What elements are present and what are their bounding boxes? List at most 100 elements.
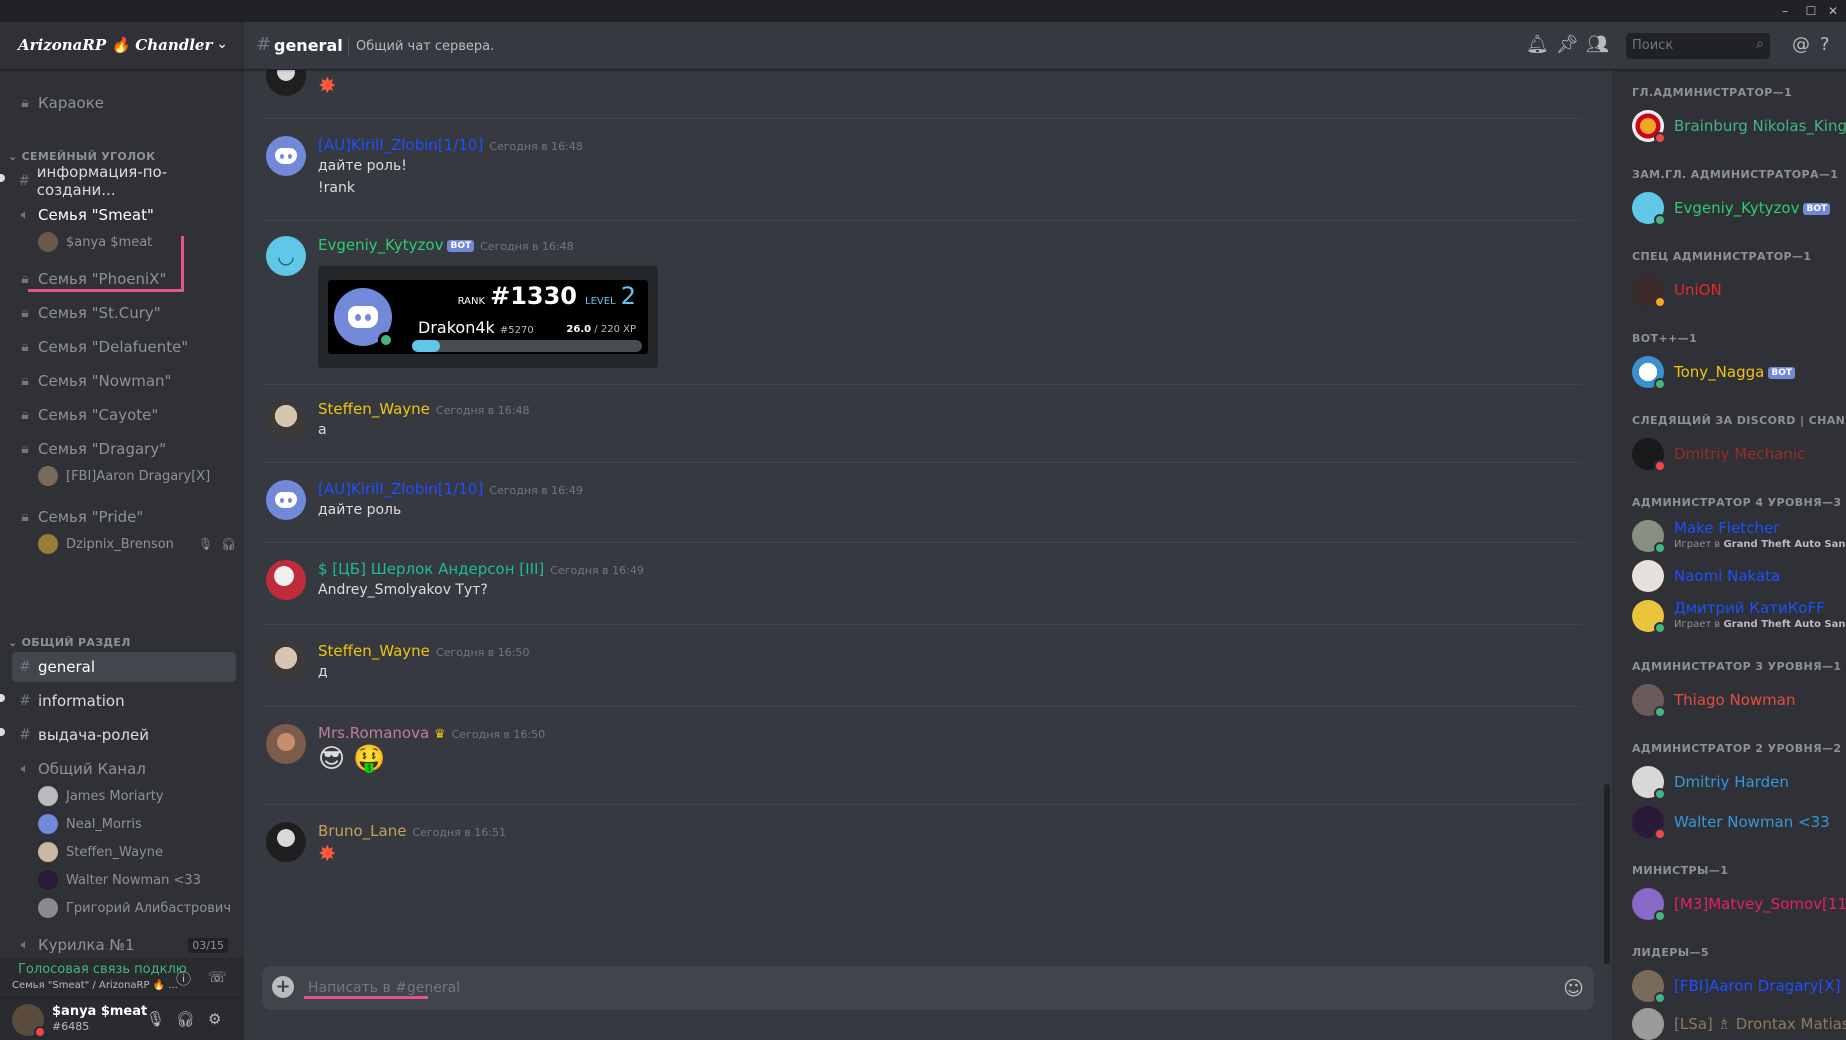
channel-info-creation[interactable]: # информация-по-создани... [12,163,236,199]
gear-icon[interactable]: ⚙︎ [208,1010,221,1028]
avatar[interactable] [266,400,306,440]
online-status-icon [1654,706,1666,718]
avatar[interactable] [266,642,306,682]
message: ✸ [262,70,1582,116]
role-header: ЗАМ.ГЛ. АДМИНИСТРАТОРА—1 [1632,168,1839,181]
channel-karaoke[interactable]: 🔒︎ Караоке [12,88,236,118]
voice-channel-smoking[interactable]: 🔈︎ Курилка №1 03/15 [12,930,236,958]
chevron-down-icon[interactable]: ⌄ [216,36,228,52]
microphone-icon[interactable]: 🎙︎ [146,1010,165,1028]
avatar [1632,1008,1664,1040]
member-item[interactable]: Tony_Nagga BOT [1632,354,1842,390]
message-text: а [318,422,327,438]
voice-user[interactable]: Григорий Алибастрович [38,896,231,920]
voice-channel-stcury[interactable]: 🔒︎ Семья "St.Cury" [12,298,236,328]
member-item[interactable]: [M3]Matvey_Somov[11] [1632,886,1846,922]
divider [348,36,349,56]
avatar[interactable] [266,560,306,600]
member-item[interactable]: Brainburg Nikolas_King [1632,108,1846,144]
discord-logo-icon [348,306,378,328]
server-header[interactable]: ArizonaRP 🔥 Chandler ⌄ [0,22,244,70]
members-icon[interactable]: 👥︎ [1586,34,1609,55]
voice-channel-phoenix[interactable]: 🔒︎ Семья "PhoeniX" [12,264,236,294]
message-author[interactable]: Steffen_Wayne Сегодня в 16:48 [318,400,529,418]
message: Steffen_Wayne Сегодня в 16:50 д [262,642,1582,692]
member-item[interactable]: Дмитрий КатиКоFF Играет в Grand Theft Au… [1632,598,1846,634]
member-item[interactable]: UniON [1632,272,1842,308]
message-author[interactable]: Steffen_Wayne Сегодня в 16:50 [318,642,529,660]
member-item[interactable]: Dmitriy Mechanic [1632,436,1842,472]
voice-location: Семья "Smeat" / ArizonaRP 🔥 ... [12,980,178,991]
channel-general[interactable]: # general [12,652,236,682]
voice-channel-cayote[interactable]: 🔒︎ Семья "Cayote" [12,400,236,430]
add-attachment-button[interactable]: + [272,976,294,998]
avatar[interactable] [266,70,306,96]
voice-channel-nowman[interactable]: 🔒︎ Семья "Nowman" [12,366,236,396]
unread-indicator [0,728,5,736]
member-item[interactable]: [LSa] ♗ Drontax Matias... [1632,1006,1846,1040]
channel-roles[interactable]: # выдача-ролей [12,720,236,750]
online-status-icon [1654,622,1666,634]
avatar [38,786,58,806]
channel-sidebar: ArizonaRP 🔥 Chandler ⌄ 🔒︎ Караоке ⌄ СЕМЕЙ… [0,22,244,1040]
voice-channel-dragary[interactable]: 🔒︎ Семья "Dragary" [12,434,236,464]
boom-emoji: ✸ [318,842,337,867]
voice-channel-delafuente[interactable]: 🔒︎ Семья "Delafuente" [12,332,236,362]
online-status-icon [1654,992,1666,1004]
search-icon: ⌕ [1756,36,1764,52]
message-author[interactable]: Evgeniy_Kytyzov BOT Сегодня в 16:48 [318,236,574,254]
divider [262,804,1582,805]
message-author[interactable]: Mrs.Romanova ♛ Сегодня в 16:50 [318,724,545,742]
avatar[interactable] [266,724,306,764]
voice-user[interactable]: James Moriarty [38,784,164,808]
voice-user[interactable]: Walter Nowman <33 [38,868,201,892]
voice-channel-common[interactable]: 🔈︎ Общий Канал [12,754,236,784]
scrollbar[interactable] [1604,784,1610,964]
member-item[interactable]: Walter Nowman <33 [1632,804,1842,840]
member-item[interactable]: Evgeniy_Kytyzov BOT [1632,190,1842,226]
voice-user-aaron[interactable]: [FBI]Aaron Dragary[X] [38,464,210,488]
voice-user[interactable]: Neal_Morris [38,812,142,836]
headphones-icon[interactable]: 🎧︎ [176,1010,195,1028]
divider [262,220,1582,221]
channel-information[interactable]: # information [12,686,236,716]
pin-icon[interactable]: 📌︎ [1556,34,1579,55]
info-icon[interactable]: ⓘ [176,968,191,989]
member-name: Walter Nowman <33 [1674,813,1830,831]
avatar[interactable] [266,822,306,862]
category-family[interactable]: ⌄ СЕМЕЙНЫЙ УГОЛОК [8,150,155,163]
avatar[interactable]: ◡ [266,236,306,276]
message-author[interactable]: [AU]Kirill_Zlobin[1/10] Сегодня в 16:48 [318,136,583,154]
avatar[interactable] [266,136,306,176]
voice-channel-smeat[interactable]: 🔈︎ Семья "Smeat" [12,200,236,230]
voice-user[interactable]: Steffen_Wayne [38,840,163,864]
hash-icon: # [18,173,31,189]
disconnect-icon[interactable]: ☏ [208,968,227,986]
message-author[interactable]: [AU]Kirill_Zlobin[1/10] Сегодня в 16:49 [318,480,583,498]
message-author[interactable]: Bruno_Lane Сегодня в 16:51 [318,822,506,840]
message: [AU]Kirill_Zlobin[1/10] Сегодня в 16:49 д… [262,480,1582,530]
mention-icon[interactable]: @ [1792,34,1810,55]
role-header: СПЕЦ АДМИНИСТРАТОР—1 [1632,250,1812,263]
member-item[interactable]: Dmitriy Harden [1632,764,1842,800]
search-input[interactable]: Поиск ⌕ [1626,33,1770,59]
member-item[interactable]: Make Fletcher Играет в Grand Theft Auto … [1632,518,1846,554]
category-general[interactable]: ⌄ ОБЩИЙ РАЗДЕЛ [8,636,131,649]
message-author[interactable]: $ [ЦБ] Шерлок Андерсон [III] Сегодня в 16… [318,560,644,578]
voice-channel-pride[interactable]: 🔒︎ Семья "Pride" [12,502,236,532]
bell-icon[interactable]: 🔔︎ [1526,34,1549,55]
role-header: АДМИНИСТРАТОР 4 УРОВНЯ—3 [1632,496,1842,509]
avatar[interactable] [266,480,306,520]
close-button[interactable]: ✕ [1818,2,1846,20]
help-icon[interactable]: ? [1820,34,1830,55]
member-item[interactable]: Thiago Nowman [1632,682,1842,718]
voice-status[interactable]: Голосовая связь подклю [18,962,187,977]
channel-list: 🔒︎ Караоке ⌄ СЕМЕЙНЫЙ УГОЛОК # информация-… [0,70,244,958]
member-item[interactable]: Naomi Nakata [1632,558,1842,594]
member-name: Make Fletcher [1674,519,1780,537]
member-item[interactable]: [FBI]Aaron Dragary[X] [1632,968,1842,1004]
message-input[interactable] [308,974,1528,1002]
voice-user-dzipnix[interactable]: Dzipnix_Brenson 🎙︎ 🎧︎ [38,532,236,556]
hash-icon: # [19,659,31,675]
emoji-picker-icon[interactable]: ☺ [1563,976,1584,1000]
